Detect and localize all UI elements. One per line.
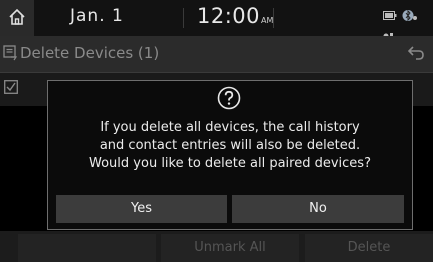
status-date: Jan. 1 <box>70 6 124 26</box>
bottom-action-bar: Unmark All Delete <box>0 231 433 262</box>
confirm-dialog: If you delete all devices, the call hist… <box>47 80 413 230</box>
delete-list-icon <box>3 45 18 61</box>
unmark-all-button[interactable]: Unmark All <box>161 234 299 262</box>
no-button[interactable]: No <box>232 195 404 223</box>
question-icon <box>217 86 241 110</box>
dialog-message: If you delete all devices, the call hist… <box>48 119 412 173</box>
home-button[interactable] <box>0 0 34 36</box>
status-time: 12:00AM <box>197 4 273 28</box>
dialog-message-line: and contact entries will also be deleted… <box>99 138 361 153</box>
dialog-message-line: If you delete all devices, the call hist… <box>100 120 360 135</box>
mark-all-button[interactable] <box>18 234 156 262</box>
checkbox-checked-icon[interactable] <box>4 80 18 94</box>
dialog-message-line: Would you like to delete all paired devi… <box>89 156 371 171</box>
delete-button[interactable]: Delete <box>305 234 433 262</box>
home-icon <box>9 8 25 25</box>
page-header: Delete Devices (1) <box>0 36 433 73</box>
page-title: Delete Devices (1) <box>20 44 160 62</box>
status-bar: Jan. 1 12:00AM <box>0 0 433 41</box>
back-arrow-icon[interactable] <box>408 46 424 60</box>
yes-button[interactable]: Yes <box>56 195 227 223</box>
status-divider <box>183 8 184 28</box>
battery-icon <box>383 11 397 20</box>
status-divider <box>273 8 274 28</box>
status-time-value: 12:00 <box>197 4 261 28</box>
bluetooth-audio-icon <box>402 9 418 22</box>
status-ampm: AM <box>261 16 274 25</box>
